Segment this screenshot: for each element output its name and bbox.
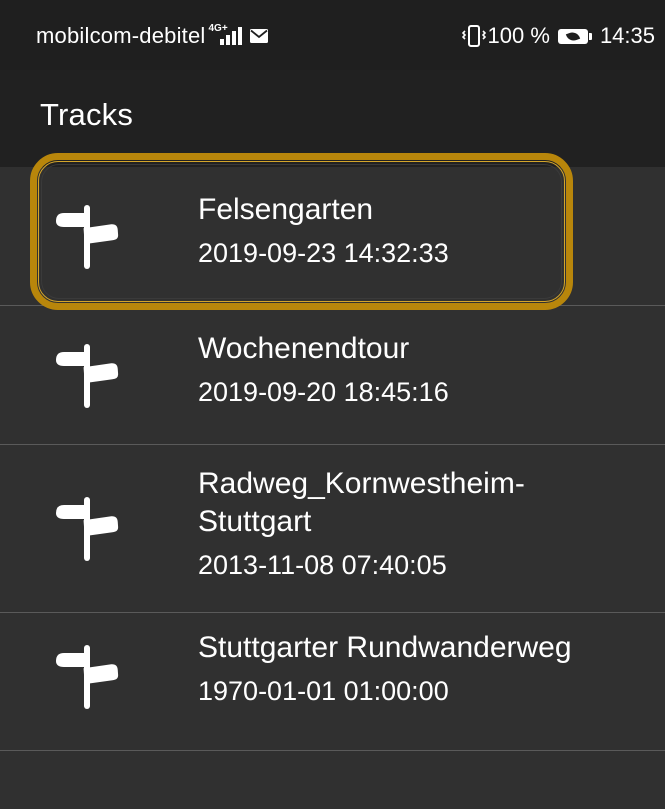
track-name: Radweg_Kornwestheim- Stuttgart [198,467,525,538]
track-date: 2013-11-08 07:40:05 [198,550,447,580]
status-bar: mobilcom-debitel 4G+ 100 % 14:35 [0,0,665,70]
screen: mobilcom-debitel 4G+ 100 % 14:35 Tracks [0,0,665,809]
track-name: Stuttgarter Rundwanderweg [198,631,572,664]
signpost-icon [56,497,119,561]
clock: 14:35 [599,23,655,48]
list-item[interactable]: Felsengarten 2019-09-23 14:32:33 [0,167,665,306]
track-text: Felsengarten 2019-09-23 14:32:33 [198,191,645,271]
track-name: Felsengarten [198,193,374,226]
mail-icon [249,29,268,43]
track-text: Radweg_Kornwestheim- Stuttgart 2013-11-0… [198,465,645,583]
track-text: Wochenendtour 2019-09-20 18:45:16 [198,330,645,410]
battery-percent: 100 % [487,23,550,48]
signpost-icon [56,645,119,709]
list-item[interactable]: Wochenendtour 2019-09-20 18:45:16 [0,306,665,445]
carrier-name: mobilcom-debitel [36,23,206,48]
signpost-icon [56,344,119,408]
status-left: mobilcom-debitel 4G+ [36,22,268,50]
status-right: 100 % 14:35 [461,22,655,50]
list-item[interactable]: Radweg_Kornwestheim- Stuttgart 2013-11-0… [0,445,665,613]
list-item[interactable]: Stuttgarter Rundwanderweg 1970-01-01 01:… [0,613,665,751]
track-list[interactable]: Felsengarten 2019-09-23 14:32:33 Wochene… [0,167,665,751]
track-date: 1970-01-01 01:00:00 [198,676,449,706]
signpost-icon [56,205,119,269]
network-type: 4G+ [208,22,228,34]
app-bar: Tracks [0,70,665,167]
track-name: Wochenendtour [198,332,410,365]
track-text: Stuttgarter Rundwanderweg 1970-01-01 01:… [198,629,645,709]
track-date: 2019-09-20 18:45:16 [198,377,449,407]
vibrate-icon [461,25,486,47]
track-date: 2019-09-23 14:32:33 [198,238,449,268]
battery-icon [557,28,592,44]
page-title: Tracks [40,97,134,132]
